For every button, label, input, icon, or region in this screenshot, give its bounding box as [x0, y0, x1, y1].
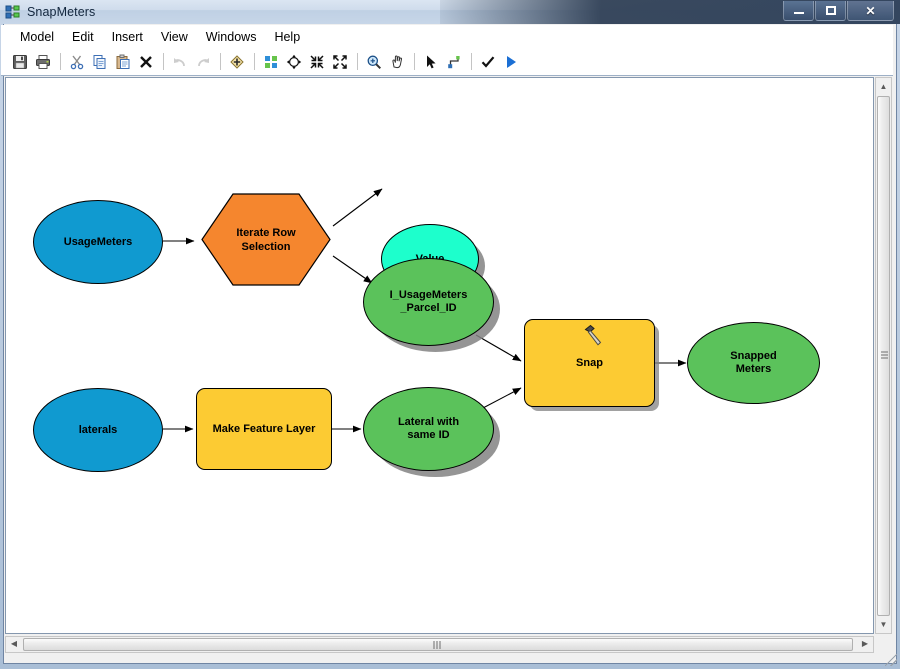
node-label: laterals [78, 423, 118, 436]
close-icon: ✕ [865, 3, 876, 18]
model-canvas[interactable]: UsageMeters Iterate Row Selection Value [5, 77, 874, 634]
add-data-icon[interactable] [226, 51, 248, 73]
scroll-thumb-grip [881, 351, 888, 361]
pan-icon[interactable] [386, 51, 408, 73]
node-snapped-meters[interactable]: Snapped Meters [687, 322, 820, 404]
title-bar[interactable]: SnapMeters ✕ [0, 0, 900, 24]
toolbar-separator-2 [163, 53, 164, 70]
full-extent-icon[interactable] [283, 51, 305, 73]
node-make-feature-layer[interactable]: Make Feature Layer [196, 388, 332, 470]
node-label: I_UsageMeters _Parcel_ID [389, 289, 468, 314]
toolbar-separator-7 [471, 53, 472, 70]
menu-bar: Model Edit Insert View Windows Help [1, 25, 893, 48]
zoom-out-extent-icon[interactable] [306, 51, 328, 73]
edge-iusagemeters-snap [475, 334, 522, 362]
scroll-down-button[interactable]: ▼ [876, 616, 891, 633]
paste-icon[interactable] [112, 51, 134, 73]
validate-icon[interactable] [477, 51, 499, 73]
toolbar [1, 48, 893, 76]
scroll-left-button[interactable]: ◀ [6, 636, 22, 651]
menu-item-view[interactable]: View [152, 27, 197, 47]
chevron-left-icon: ◀ [10, 639, 18, 648]
menu-item-windows[interactable]: Windows [197, 27, 266, 47]
minimize-button[interactable] [783, 1, 814, 21]
auto-layout-icon[interactable] [260, 51, 282, 73]
copy-icon[interactable] [89, 51, 111, 73]
node-usagemeters[interactable]: UsageMeters [33, 200, 163, 284]
toolbar-separator-4 [254, 53, 255, 70]
close-button[interactable]: ✕ [847, 1, 894, 21]
node-label: UsageMeters [63, 235, 133, 248]
redo-icon [192, 51, 214, 73]
connect-icon[interactable] [443, 51, 465, 73]
toolbar-separator-5 [357, 53, 358, 70]
node-label: Snap [576, 356, 603, 369]
resize-grip[interactable] [885, 654, 897, 666]
zoom-icon[interactable] [363, 51, 385, 73]
node-snap[interactable]: Snap [524, 319, 655, 407]
edge-lateralsame-snap [482, 387, 522, 409]
node-label: Make Feature Layer [212, 422, 316, 435]
horizontal-scroll-thumb[interactable] [23, 638, 853, 651]
toolbar-separator-1 [60, 53, 61, 70]
undo-icon [169, 51, 191, 73]
menu-item-edit[interactable]: Edit [63, 27, 103, 47]
window-title: SnapMeters [27, 5, 96, 19]
toolbar-separator-3 [220, 53, 221, 70]
edge-iterate-value [332, 188, 383, 227]
node-label: Lateral with same ID [397, 416, 460, 441]
run-icon[interactable] [500, 51, 522, 73]
scroll-thumb-grip [433, 641, 443, 649]
window-controls: ✕ [782, 1, 894, 21]
toolbar-separator-6 [414, 53, 415, 70]
horizontal-scrollbar[interactable]: ◀ ▶ [5, 636, 874, 653]
node-label: Iterate Row Selection [236, 226, 296, 253]
menu-item-help[interactable]: Help [265, 27, 309, 47]
maximize-button[interactable] [815, 1, 846, 21]
chevron-right-icon: ▶ [861, 639, 869, 648]
node-iterate-row-selection[interactable]: Iterate Row Selection [197, 192, 335, 287]
scroll-right-button[interactable]: ▶ [857, 636, 873, 651]
chevron-down-icon: ▼ [879, 620, 888, 629]
cut-icon[interactable] [66, 51, 88, 73]
print-icon[interactable] [32, 51, 54, 73]
save-icon[interactable] [9, 51, 31, 73]
node-label: Snapped Meters [730, 350, 777, 375]
menu-item-model[interactable]: Model [11, 27, 63, 47]
node-lateral-with-same-id[interactable]: Lateral with same ID [363, 387, 494, 471]
vertical-scrollbar[interactable]: ▲ ▼ [875, 77, 892, 634]
edge-iterate-iusagemeters [332, 255, 373, 284]
node-laterals[interactable]: laterals [33, 388, 163, 472]
zoom-in-extent-icon[interactable] [329, 51, 351, 73]
select-pointer-icon[interactable] [420, 51, 442, 73]
application-window: SnapMeters ✕ Model Edit Insert View Wind… [0, 0, 900, 669]
model-canvas-inner: UsageMeters Iterate Row Selection Value [6, 78, 873, 633]
chevron-up-icon: ▲ [879, 82, 888, 91]
delete-icon[interactable] [135, 51, 157, 73]
vertical-scroll-thumb[interactable] [877, 96, 890, 616]
node-i-usagemeters-parcel-id[interactable]: I_UsageMeters _Parcel_ID [363, 258, 494, 346]
menu-item-insert[interactable]: Insert [103, 27, 152, 47]
scroll-up-button[interactable]: ▲ [876, 78, 891, 95]
modelbuilder-icon [5, 4, 21, 20]
